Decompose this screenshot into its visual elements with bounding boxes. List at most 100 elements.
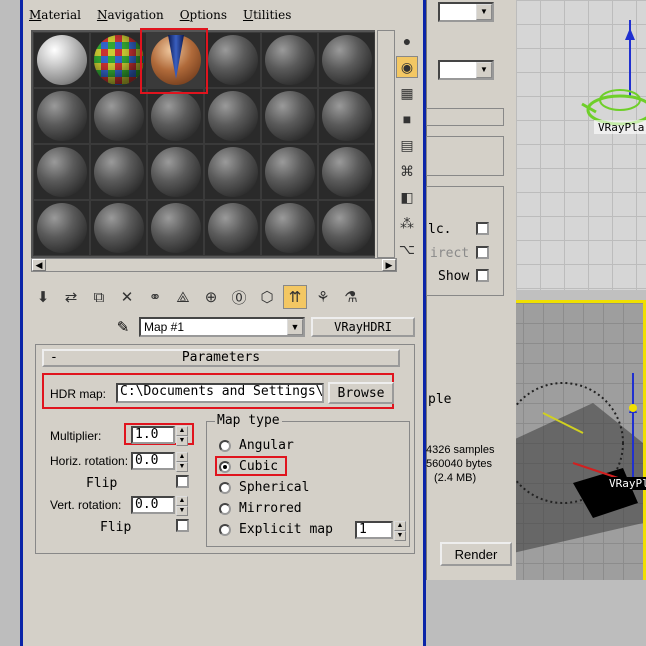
horiz-rotation-spinner[interactable]: ▲ ▼ — [176, 452, 188, 472]
go-forward-to-sibling-icon[interactable]: ⚘ — [311, 285, 335, 309]
slot-horizontal-scrollbar[interactable]: ◀ ▶ — [31, 258, 397, 272]
chevron-down-icon: ▼ — [476, 62, 492, 78]
scroll-right-icon[interactable]: ▶ — [382, 259, 396, 271]
radio-angular[interactable] — [219, 440, 231, 452]
sample-sphere — [150, 147, 201, 197]
spinner-down-icon[interactable]: ▼ — [394, 531, 406, 541]
radio-explicit-map[interactable] — [219, 524, 231, 536]
menu-navigation[interactable]: Navigation — [97, 8, 164, 22]
flip-vertical-checkbox[interactable] — [176, 519, 189, 532]
sample-slot[interactable] — [147, 88, 204, 144]
horiz-rotation-field[interactable]: 0.0 — [131, 452, 175, 470]
multiplier-field[interactable]: 1.0 — [131, 426, 175, 444]
sample-slot[interactable] — [90, 144, 147, 200]
sample-slot[interactable] — [147, 200, 204, 256]
radio-mirrored[interactable] — [219, 503, 231, 515]
sample-slot[interactable] — [261, 144, 318, 200]
chevron-down-icon[interactable]: ▼ — [287, 319, 303, 335]
spinner-down-icon[interactable]: ▼ — [176, 436, 188, 446]
sample-slot[interactable] — [90, 200, 147, 256]
map-name-row: ✎ Map #1 ▼ VRayHDRI — [113, 316, 415, 338]
explicit-map-channel-spinner[interactable]: ▲ ▼ — [394, 521, 406, 541]
make-preview-icon[interactable]: ⌘ — [396, 160, 418, 182]
spinner-up-icon[interactable]: ▲ — [394, 521, 406, 531]
sample-slot[interactable] — [90, 88, 147, 144]
side-toolbar: ● ◉ ▦ ■ ▤ ⌘ ◧ ⁂ ⌥ — [395, 30, 419, 280]
show-end-result-icon[interactable]: ⬡ — [255, 285, 279, 309]
sample-slot[interactable] — [261, 32, 318, 88]
sample-slot[interactable] — [147, 144, 204, 200]
vert-rotation-field[interactable]: 0.0 — [131, 496, 175, 514]
sample-uv-tiling-icon[interactable]: ■ — [396, 108, 418, 130]
explicit-map-channel-field[interactable]: 1 — [355, 521, 393, 539]
spinner-up-icon[interactable]: ▲ — [176, 496, 188, 506]
render-button[interactable]: Render — [440, 542, 512, 566]
backlight-icon[interactable]: ◉ — [396, 56, 418, 78]
spinner-down-icon[interactable]: ▼ — [176, 506, 188, 516]
sample-slot[interactable] — [261, 200, 318, 256]
browse-button[interactable]: Browse — [328, 382, 394, 404]
scroll-left-icon[interactable]: ◀ — [32, 259, 46, 271]
map-type-button[interactable]: VRayHDRI — [311, 317, 415, 337]
select-by-material-icon[interactable]: ⁂ — [396, 212, 418, 234]
sample-sphere — [36, 35, 87, 85]
make-unique-icon[interactable]: ⚭ — [143, 285, 167, 309]
sample-sphere — [93, 203, 144, 253]
put-to-scene-icon[interactable]: ⇄ — [59, 285, 83, 309]
spinner-down-icon[interactable]: ▼ — [176, 462, 188, 472]
sample-sphere — [264, 91, 315, 141]
vert-rotation-spinner[interactable]: ▲ ▼ — [176, 496, 188, 516]
option-cubic-label: Cubic — [239, 459, 279, 474]
direct-checkbox[interactable] — [476, 246, 489, 259]
calc-checkbox[interactable] — [476, 222, 489, 235]
put-to-library-icon[interactable]: ⟁ — [171, 285, 195, 309]
background-checker-icon[interactable]: ▦ — [396, 82, 418, 104]
video-color-check-icon[interactable]: ▤ — [396, 134, 418, 156]
spinner-up-icon[interactable]: ▲ — [176, 452, 188, 462]
menu-utilities-rest: tilities — [253, 8, 292, 22]
multiplier-spinner[interactable]: ▲ ▼ — [176, 426, 188, 446]
pick-material-icon[interactable]: ⚗ — [339, 285, 363, 309]
radio-cubic[interactable] — [219, 461, 231, 473]
sample-slot[interactable] — [318, 200, 375, 256]
sample-slot[interactable] — [318, 88, 375, 144]
sample-slot[interactable] — [33, 144, 90, 200]
sample-slot[interactable] — [318, 32, 375, 88]
sample-slot[interactable] — [204, 144, 261, 200]
assign-to-selection-icon[interactable]: ⧉ — [87, 285, 111, 309]
show-map-in-viewport-icon[interactable]: ⓪ — [227, 285, 251, 309]
sample-type-icon[interactable]: ● — [396, 30, 418, 52]
go-to-parent-icon[interactable]: ⇈ — [283, 285, 307, 309]
radio-spherical[interactable] — [219, 482, 231, 494]
material-map-navigator-icon[interactable]: ⌥ — [396, 238, 418, 260]
sample-slot[interactable] — [33, 88, 90, 144]
sample-slot[interactable] — [204, 200, 261, 256]
menu-utilities[interactable]: Utilities — [243, 8, 291, 22]
sample-slot[interactable] — [261, 88, 318, 144]
options-icon[interactable]: ◧ — [396, 186, 418, 208]
flip-horizontal-checkbox[interactable] — [176, 475, 189, 488]
get-material-icon[interactable]: ⬇ — [31, 285, 55, 309]
panel-dropdown-2[interactable]: ▼ — [438, 60, 494, 80]
sample-slot[interactable] — [204, 88, 261, 144]
slot-vertical-scrollbar[interactable] — [377, 30, 395, 258]
hdr-path-field[interactable]: C:\Documents and Settings\ — [116, 383, 324, 403]
sample-slot[interactable] — [33, 200, 90, 256]
material-effects-channel-icon[interactable]: ⊕ — [199, 285, 223, 309]
panel-dropdown-1[interactable]: ▼ — [438, 2, 494, 22]
sample-slot[interactable] — [204, 32, 261, 88]
eyedropper-icon[interactable]: ✎ — [113, 317, 133, 337]
spinner-up-icon[interactable]: ▲ — [176, 426, 188, 436]
viewport-top-label: VRayPla — [598, 121, 645, 134]
menu-material[interactable]: Material — [29, 8, 81, 22]
sample-sphere — [36, 91, 87, 141]
reset-map-icon[interactable]: ✕ — [115, 285, 139, 309]
menu-options[interactable]: Options — [180, 8, 227, 22]
sample-slot[interactable] — [318, 144, 375, 200]
parameters-rollout-header[interactable]: - Parameters — [42, 349, 400, 367]
sample-slot[interactable] — [33, 32, 90, 88]
sample-slot[interactable] — [90, 32, 147, 88]
viewport-top[interactable]: VRayPla — [516, 0, 646, 290]
show-checkbox[interactable] — [476, 269, 489, 282]
map-name-field[interactable]: Map #1 ▼ — [139, 317, 305, 337]
